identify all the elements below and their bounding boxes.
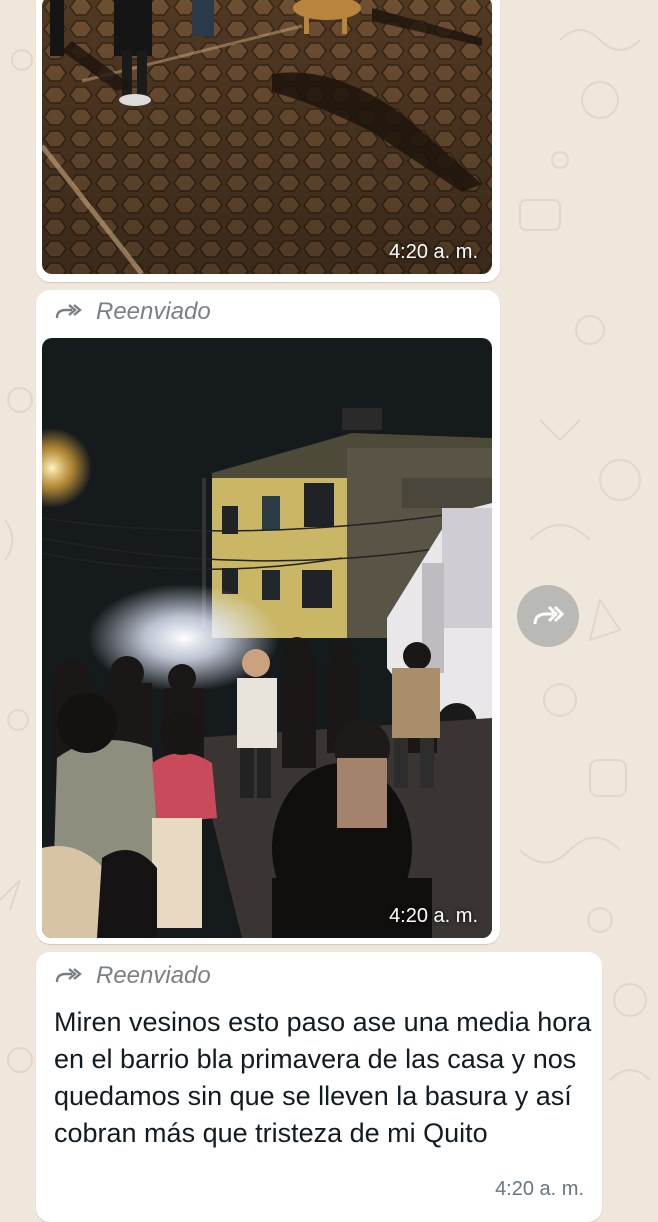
forwarded-indicator: Reenviado [54,298,211,326]
forward-message-button[interactable] [517,585,579,647]
message-bubble-image-1[interactable]: 4:20 a. m. [36,0,500,282]
message-text: Miren vesinos esto paso ase una media ho… [54,1007,592,1148]
message-time: 4:20 a. m. [389,905,478,927]
message-photo[interactable]: 4:20 a. m. [42,338,492,938]
message-bubble-text[interactable]: Reenviado Miren vesinos esto paso ase un… [36,952,602,1222]
forward-double-arrow-icon [54,301,82,323]
forward-double-arrow-icon [54,965,82,987]
message-photo[interactable]: 4:20 a. m. [42,0,492,274]
forward-arrow-icon [533,605,565,625]
message-bubble-image-2[interactable]: Reenviado 4:20 a. m. [36,290,500,944]
forwarded-label: Reenviado [96,962,211,989]
forwarded-label: Reenviado [96,298,211,325]
message-time: 4:20 a. m. [495,1178,584,1200]
forwarded-indicator: Reenviado [54,962,211,990]
message-time: 4:20 a. m. [389,241,478,263]
